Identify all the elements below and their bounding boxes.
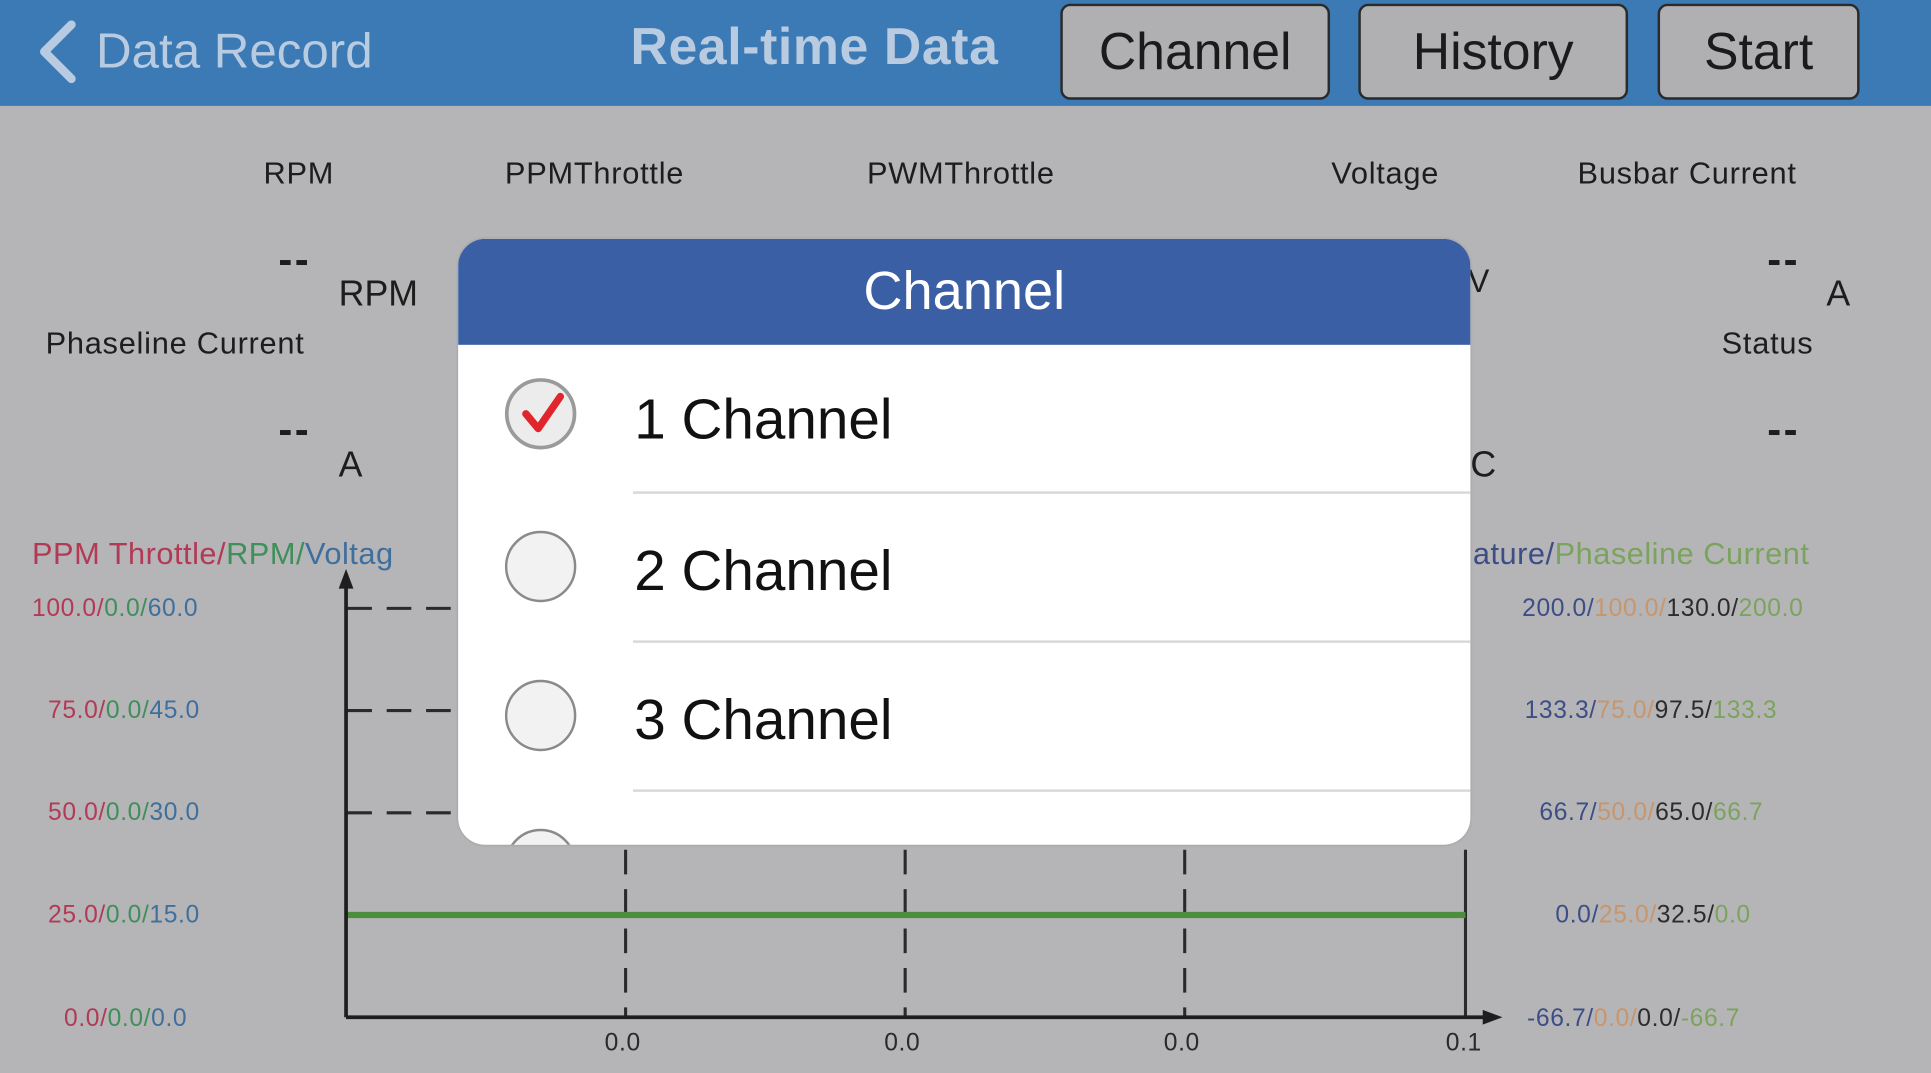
channel-option-label: 3 Channel: [634, 687, 893, 752]
channel-option-3[interactable]: 3 Channel: [458, 643, 1471, 792]
x-axis-arrow: [1482, 1009, 1503, 1025]
radio-unchecked-icon[interactable]: [504, 530, 577, 603]
dialog-title: Channel: [458, 238, 1471, 345]
channel-option-label: 1 Channel: [634, 386, 893, 451]
channel-option-label: 2 Channel: [634, 538, 893, 603]
radio-unchecked-icon[interactable]: [504, 828, 577, 845]
x-tick-label: 0.0: [884, 1029, 921, 1057]
radio-unchecked-icon[interactable]: [504, 679, 577, 752]
y-axis-arrow: [338, 568, 354, 589]
x-tick-label: 0.1: [1445, 1029, 1482, 1057]
screen: Data Record Real-time Data Channel Histo…: [0, 0, 1931, 1073]
channel-option-2[interactable]: 2 Channel: [458, 494, 1471, 643]
x-tick-label: 0.0: [604, 1029, 641, 1057]
channel-option-1[interactable]: 1 Channel: [458, 345, 1471, 494]
radio-checked-icon[interactable]: [504, 378, 577, 450]
channel-picker-dialog: Channel 1 Channel 2 Channel 3 Channel: [458, 238, 1471, 845]
checkmark-icon: [522, 392, 565, 433]
channel-option-partial[interactable]: [458, 792, 1470, 845]
x-tick-label: 0.0: [1163, 1029, 1200, 1057]
